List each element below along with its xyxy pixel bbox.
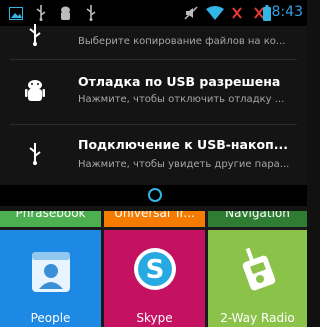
app-tile-2-way-radio[interactable]: 2-Way Radio	[208, 230, 307, 327]
skype-icon: S	[132, 246, 178, 292]
notification-title: Отладка по USB разрешена	[78, 74, 281, 89]
drag-handle-icon[interactable]	[148, 188, 162, 202]
android-debug-icon	[58, 5, 72, 21]
usb-icon	[84, 5, 98, 21]
notification-subtitle: Выберите копирование файлов на ко...	[78, 36, 286, 47]
walkie-talkie-icon	[236, 244, 280, 292]
shade-handle-bar[interactable]	[0, 185, 307, 206]
notification-subtitle: Нажмите, чтобы увидеть другие пара...	[78, 159, 290, 170]
app-label: People	[30, 311, 71, 325]
notification-shade: Выберите копирование файлов на ко... Отл…	[0, 24, 307, 211]
clock: 8:43	[271, 4, 303, 20]
app-tile-people[interactable]: People	[0, 230, 101, 327]
notification-title: Подключение к USB-накоп...	[78, 137, 288, 152]
app-tile-skype[interactable]: S Skype	[104, 230, 205, 327]
android-debug-icon	[22, 78, 48, 104]
image-icon	[8, 5, 24, 21]
app-label: 2-Way Radio	[220, 311, 295, 325]
muted-icon	[183, 5, 199, 21]
app-label: Skype	[136, 311, 173, 325]
no-signal-icon	[230, 5, 244, 21]
notification-usb-debugging[interactable]: Отладка по USB разрешена Нажмите, чтобы …	[0, 60, 307, 120]
notification-usb-storage[interactable]: Подключение к USB-накоп... Нажмите, чтоб…	[0, 125, 307, 185]
svg-text:S: S	[146, 255, 165, 285]
usb-icon	[34, 5, 48, 21]
notification-subtitle: Нажмите, чтобы отключить отладку ...	[78, 94, 285, 105]
wifi-icon	[205, 5, 225, 21]
notification-usb-file-transfer[interactable]: Выберите копирование файлов на ко...	[0, 24, 307, 56]
battery-icon	[263, 5, 271, 21]
usb-icon	[22, 22, 48, 48]
contacts-icon	[30, 248, 72, 294]
usb-icon	[22, 141, 48, 167]
